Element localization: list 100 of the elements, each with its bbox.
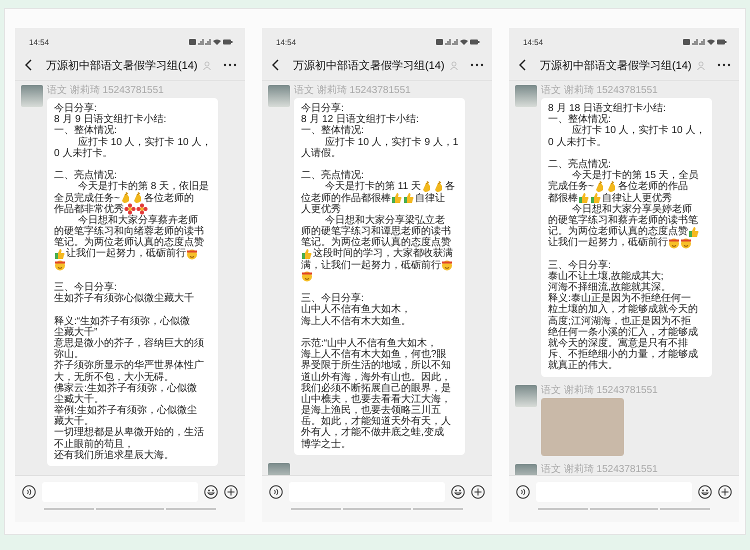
message-text: 绝任何一条小溪的汇入，才能够成 bbox=[548, 326, 698, 338]
message-text: 界受限于所生活的地域，所以不知 bbox=[301, 360, 451, 372]
message-text: 山中人不信有鱼大如木， bbox=[301, 304, 411, 316]
emoji-icon[interactable] bbox=[451, 485, 465, 499]
message-text: 岳。如此，才能知道天外有天，人 bbox=[301, 416, 451, 428]
message-text: 今天是打卡的第 8 天，依旧是 bbox=[78, 181, 210, 192]
message-text: 满，让我们一起努力，砥砺前行 bbox=[301, 260, 441, 271]
message-text: 佛家云:生如芥子有须弥，心似微 bbox=[54, 382, 197, 394]
message-text: 高度;江河湖海，也正是因为不拒 bbox=[548, 316, 691, 327]
headband-face-icon bbox=[186, 248, 198, 260]
chat-title: 万源初中部语文暑假学习组(14) bbox=[293, 58, 445, 72]
headband-face-icon bbox=[668, 236, 680, 249]
status-icons-drawing bbox=[683, 38, 727, 46]
message-text: 0 人未打卡。 bbox=[548, 136, 606, 148]
message-text: 举例:生如芥子有须弥，心似微尘 bbox=[54, 405, 197, 416]
message-text: 二、亮点情况: bbox=[548, 158, 611, 170]
headband-face-icon bbox=[54, 259, 66, 272]
back-icon[interactable] bbox=[25, 59, 33, 71]
message-text: 的硬笔字练习和向绪蓉老师的读书 bbox=[54, 226, 204, 238]
back-icon[interactable] bbox=[519, 59, 527, 71]
message-text: 意思是微小的芥子，容纳巨大的须 bbox=[54, 338, 204, 349]
person-icon bbox=[696, 60, 705, 70]
message-text: 就真正的伟大。 bbox=[548, 360, 618, 372]
status-icons-drawing bbox=[189, 38, 233, 46]
message-text: 今日想和大家分享梁弘立老 bbox=[325, 214, 445, 226]
message-text: 释义:“生如芥子有须弥，心似微 bbox=[54, 316, 190, 327]
thumbs-up-icon bbox=[590, 192, 602, 204]
message-text: 让我们一起努力，砥砺前行 bbox=[548, 237, 668, 248]
message-text: 8 月 9 日语文组打卡小结: bbox=[54, 114, 166, 126]
person-icon bbox=[450, 60, 458, 70]
status-time: 14:54 bbox=[276, 38, 296, 46]
thumbs-up-icon bbox=[54, 248, 66, 260]
add-icon[interactable] bbox=[224, 485, 238, 499]
more-icon[interactable] bbox=[470, 63, 484, 67]
message-text: 海上人不信有木大如鱼。 bbox=[301, 316, 411, 327]
message-text: 笔记。为两位老师认真的态度点赞 bbox=[301, 237, 451, 248]
thumbs-up-icon bbox=[301, 248, 313, 260]
voice-icon[interactable] bbox=[22, 485, 36, 499]
avatar-photo bbox=[21, 85, 43, 107]
message-text: 今日分享: bbox=[54, 103, 97, 114]
chat-title: 万源初中部语文暑假学习组(14) bbox=[540, 58, 692, 72]
clapping-hands-icon bbox=[606, 180, 618, 193]
message-text: 山中樵夫，也要去看看大江大海， bbox=[301, 394, 451, 405]
sender-name: 语文 谢莉琦 15243781551 bbox=[541, 384, 658, 396]
person-icon bbox=[202, 60, 211, 70]
message-text: 人更优秀 bbox=[301, 204, 341, 215]
sender-name: 语文 谢莉琦 15243781551 bbox=[294, 85, 412, 96]
message-text: 二、亮点情况: bbox=[54, 170, 117, 182]
message-text: 这段时间的学习，大家都收获满 bbox=[313, 248, 453, 260]
avatar-photo bbox=[515, 85, 537, 107]
sender-name: 语文 谢莉琦 15243781551 bbox=[47, 85, 165, 96]
add-icon[interactable] bbox=[718, 485, 732, 499]
message-text: 弥山。 bbox=[54, 349, 84, 360]
flower-icon bbox=[136, 203, 148, 216]
message-text: 8 月 12 日语文组打卡小结: bbox=[301, 114, 419, 126]
message-text: 河海不择细流,故能就其深。 bbox=[548, 282, 671, 293]
status-time: 14:54 bbox=[29, 38, 50, 46]
message-text: 各位老师的 bbox=[144, 192, 194, 204]
message-text: 的硬笔字练习和蔡卉老师的读书笔 bbox=[548, 214, 698, 226]
message-text: 今天是打卡的第 11 天 bbox=[325, 181, 421, 192]
voice-icon[interactable] bbox=[269, 485, 283, 499]
message-text: 博学之士。 bbox=[301, 438, 351, 450]
message-text: 位老师的作品都很棒 bbox=[301, 192, 391, 204]
add-icon[interactable] bbox=[471, 485, 485, 499]
avatar-photo bbox=[268, 85, 290, 107]
message-text: 尘藏大千” bbox=[54, 326, 98, 338]
sender-name: 语文 谢莉琦 15243781551 bbox=[541, 464, 658, 474]
message-text: 还有我们所追求星辰大海。 bbox=[54, 450, 174, 462]
message-text: 记。为两位老师认真的态度点赞 bbox=[548, 226, 688, 238]
message-text: 让我们一起努力，砥砺前行 bbox=[66, 248, 186, 260]
more-icon[interactable] bbox=[223, 63, 237, 67]
message-text: 生如芥子有须弥心似微尘藏大千 bbox=[54, 293, 194, 304]
message-text: 海上人不信有木大如鱼，何也?眼 bbox=[301, 349, 447, 360]
back-icon[interactable] bbox=[272, 59, 280, 71]
emoji-icon[interactable] bbox=[698, 485, 712, 499]
flower-icon bbox=[124, 203, 136, 216]
thumbs-up-icon bbox=[391, 192, 403, 204]
more-icon[interactable] bbox=[717, 63, 731, 67]
message-text: 今日想和大家分享蔡卉老师 bbox=[78, 214, 198, 226]
message-text: 二、亮点情况: bbox=[301, 170, 364, 182]
headband-face-icon bbox=[680, 236, 692, 249]
message-text: 自律让人更优秀 bbox=[602, 192, 672, 204]
message-text: 全员完成任务~ bbox=[54, 192, 120, 204]
emoji-icon[interactable] bbox=[204, 485, 218, 499]
clapping-hands-icon bbox=[132, 192, 144, 204]
message-text: 道山外有海，海外有山也。因此， bbox=[301, 372, 451, 382]
message-text: 笔记。为两位老师认真的态度点赞 bbox=[54, 237, 204, 248]
message-text: 一、整体情况: bbox=[54, 125, 117, 136]
message-text: 尘臧大千。 bbox=[54, 394, 104, 405]
message-text: 各 bbox=[444, 181, 455, 192]
message-text: 粒土壤的加入，才能够成就今天的 bbox=[548, 304, 698, 316]
avatar-photo bbox=[515, 384, 537, 406]
status-time: 14:54 bbox=[523, 38, 544, 46]
message-text: 大，无所不包，大小无碍。 bbox=[54, 372, 174, 382]
headband-face-icon bbox=[301, 270, 313, 282]
message-text: 一切理想都是从卑微开始的，生活 bbox=[54, 427, 204, 438]
message-text: 一、整体情况: bbox=[301, 125, 364, 136]
voice-icon[interactable] bbox=[516, 485, 530, 499]
message-text: 释义:泰山正是因为不拒绝任何一 bbox=[548, 293, 691, 304]
message-text: 是海上渔民，也要去领略三川五 bbox=[301, 405, 441, 416]
